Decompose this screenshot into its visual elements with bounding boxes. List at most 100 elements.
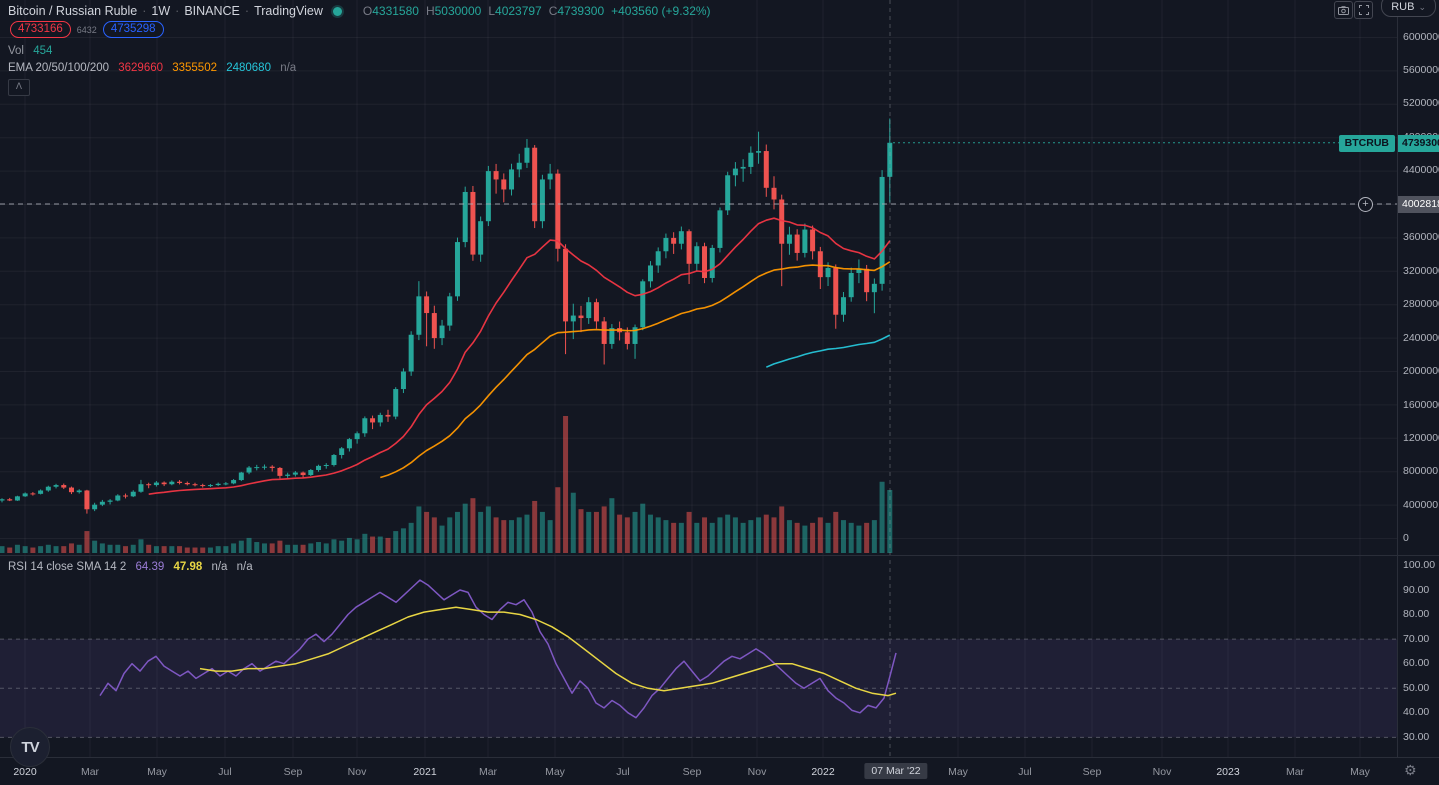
price-axis[interactable]: 6000000560000052000004800000440000036000…: [1397, 0, 1439, 757]
volume-bar: [223, 546, 228, 553]
volume-bar: [393, 531, 398, 553]
candle-body: [100, 502, 105, 505]
ask-badge[interactable]: 4735298: [103, 21, 164, 38]
price-axis-label: 2800000: [1403, 298, 1439, 310]
candle-body: [833, 268, 838, 315]
candle-body: [818, 251, 823, 277]
fullscreen-button[interactable]: [1354, 1, 1373, 19]
volume-bar: [640, 504, 645, 553]
candle-body: [416, 296, 421, 334]
volume-bar: [293, 545, 298, 553]
candle-body: [177, 482, 182, 483]
snapshot-button[interactable]: [1334, 1, 1353, 19]
volume-bar: [872, 520, 877, 553]
candle-body: [663, 238, 668, 251]
price-axis-label: 800000: [1403, 465, 1438, 477]
volume-bar: [146, 545, 151, 553]
candle-body: [362, 418, 367, 433]
volume-bar: [355, 539, 360, 553]
exchange-label: BINANCE: [184, 4, 240, 18]
candle-body: [826, 268, 831, 277]
volume-bar: [262, 543, 267, 553]
collapse-pane-button[interactable]: ᐱ: [8, 79, 30, 96]
pane-separator[interactable]: [0, 555, 1439, 556]
candle-body: [787, 235, 792, 244]
candle-body: [571, 316, 576, 322]
provider-link[interactable]: TradingView: [254, 4, 323, 18]
candle-body: [200, 485, 205, 486]
candle-body: [478, 221, 483, 254]
symbol-title[interactable]: Bitcoin / Russian Ruble: [8, 4, 137, 18]
volume-bar: [509, 520, 514, 553]
rsi-legend: RSI 14 close SMA 14 2 64.39 47.98 n/a n/…: [8, 561, 253, 573]
candle-body: [710, 248, 715, 278]
candle-body: [802, 230, 807, 253]
volume-bar: [208, 548, 213, 553]
spread-value: 6432: [77, 25, 97, 35]
time-axis-settings-gear-icon[interactable]: ⚙: [1404, 763, 1417, 779]
candle-body: [92, 505, 97, 510]
candle-body: [370, 418, 375, 422]
volume-bar: [802, 526, 807, 553]
volume-bar: [316, 542, 321, 553]
volume-bar: [810, 523, 815, 553]
time-axis-year-label: 2020: [13, 766, 36, 778]
candle-body: [524, 148, 529, 163]
time-axis-year-label: 2022: [811, 766, 834, 778]
candle-body: [331, 455, 336, 465]
bid-badge[interactable]: 4733166: [10, 21, 71, 38]
volume-bar: [470, 498, 475, 553]
candle-body: [470, 192, 475, 255]
volume-bar: [285, 545, 290, 553]
candle-body: [424, 296, 429, 313]
price-axis-label: 400000: [1403, 499, 1438, 511]
candle-body: [555, 174, 560, 249]
volume-bar: [77, 545, 82, 553]
candle-body: [308, 470, 313, 475]
price-axis-label: 2400000: [1403, 332, 1439, 344]
candle-body: [223, 483, 228, 484]
candle-body: [386, 415, 391, 417]
volume-bar: [756, 517, 761, 553]
volume-bar: [849, 523, 854, 553]
volume-bar: [540, 512, 545, 553]
volume-bar: [254, 542, 259, 553]
candle-body: [447, 296, 452, 325]
time-axis-month-label: May: [948, 766, 968, 778]
candle-body: [123, 495, 128, 496]
rsi-axis-label: 30.00: [1403, 731, 1429, 743]
candle-body: [193, 484, 198, 485]
add-alert-plus-icon[interactable]: +: [1358, 197, 1373, 212]
volume-bar: [748, 520, 753, 553]
currency-unit-button[interactable]: RUB⌄: [1381, 0, 1436, 17]
time-axis[interactable]: 2020MarMayJulSepNov2021MarMayJulSepNov20…: [0, 757, 1439, 785]
volume-bar: [339, 541, 344, 553]
candle-body: [717, 210, 722, 248]
chevron-up-icon: ᐱ: [16, 81, 22, 91]
candle-body: [46, 487, 51, 491]
crosshair-date-badge: 07 Mar '22: [864, 763, 927, 779]
volume-bar: [517, 517, 522, 553]
interval-label[interactable]: 1W: [151, 4, 170, 18]
volume-bar: [216, 546, 221, 553]
close-value: 4739300: [557, 4, 604, 18]
ema-legend: EMA 20/50/100/200 3629660 3355502 248068…: [8, 62, 296, 74]
candle-body: [594, 302, 599, 321]
rsi-sma-value: 47.98: [173, 561, 202, 573]
volume-bar: [702, 517, 707, 553]
candle-body: [378, 415, 383, 423]
volume-bar: [617, 515, 622, 553]
candle-body: [15, 496, 20, 500]
volume-bar: [131, 545, 136, 553]
volume-bar: [864, 523, 869, 553]
volume-bar: [478, 512, 483, 553]
candle-body: [486, 171, 491, 221]
volume-bar: [84, 531, 89, 553]
chart-canvas[interactable]: [0, 0, 1397, 757]
price-axis-label: 3200000: [1403, 265, 1439, 277]
volume-bar: [386, 538, 391, 553]
volume-bar: [277, 541, 282, 553]
volume-bar: [378, 537, 383, 553]
candle-body: [509, 169, 514, 189]
tradingview-logo[interactable]: TV: [10, 727, 50, 767]
